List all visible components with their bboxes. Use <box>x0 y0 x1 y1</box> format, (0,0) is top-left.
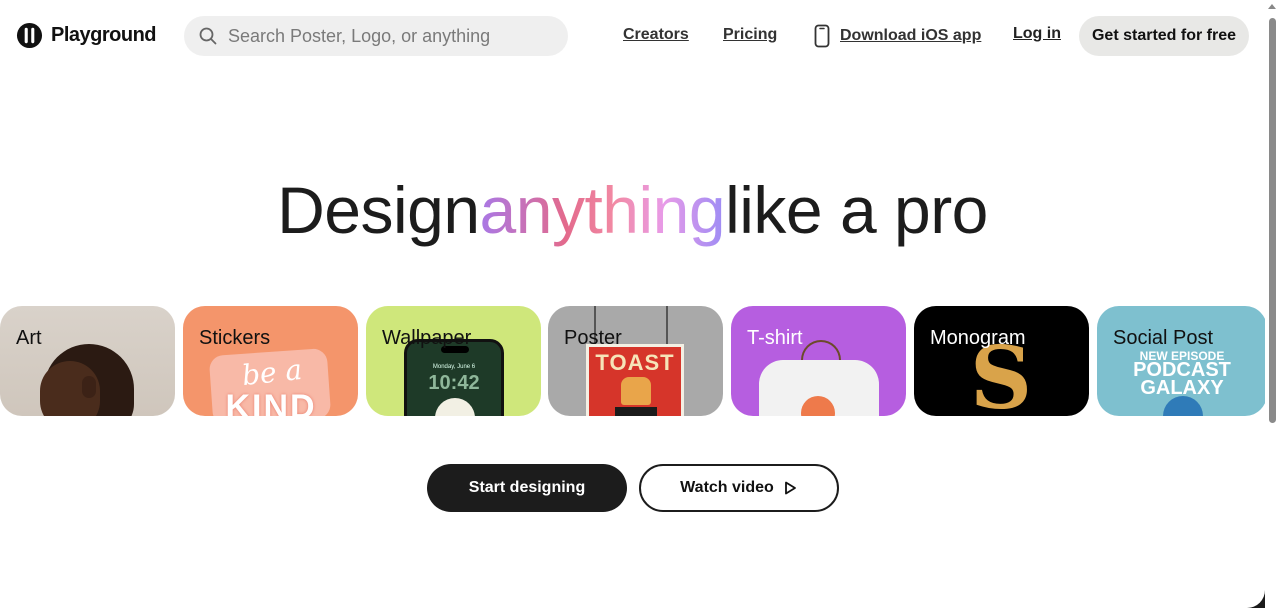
search-input[interactable] <box>228 16 558 56</box>
poster-title-text: TOAST <box>595 350 675 375</box>
category-card-poster[interactable]: TOAST Poster <box>548 306 723 416</box>
hanger-image <box>801 340 841 360</box>
social-post-headline-2: GALAXY <box>1140 377 1224 399</box>
category-label-stickers: Stickers <box>199 327 271 349</box>
category-card-wallpaper[interactable]: Monday, June 6 10:42 Wallpaper <box>366 306 541 416</box>
logo-link[interactable]: Playground <box>16 22 157 49</box>
nav-download-ios[interactable]: Download iOS app <box>814 24 981 48</box>
hero-title-start: Design <box>277 173 480 247</box>
category-label-poster: Poster <box>564 327 622 349</box>
search-bar[interactable] <box>184 16 568 56</box>
watch-video-label: Watch video <box>680 479 774 496</box>
start-designing-button[interactable]: Start designing <box>427 464 627 512</box>
toast-image <box>621 377 651 405</box>
top-nav: Playground Creators Pricing Download iOS… <box>0 0 1265 72</box>
logo-text: Playground <box>51 24 157 46</box>
category-carousel: Art be a KIND Stickers Monday, June 6 10… <box>0 306 1265 416</box>
play-icon <box>784 481 796 495</box>
category-card-tshirt[interactable]: T-shirt <box>731 306 906 416</box>
hero-title-highlight: anything <box>479 173 726 247</box>
hero-title-end: like a pro <box>725 173 988 247</box>
scrollbar-thumb[interactable] <box>1269 18 1276 423</box>
page: Playground Creators Pricing Download iOS… <box>0 0 1265 608</box>
nav-creators[interactable]: Creators <box>623 26 689 44</box>
nav-pricing[interactable]: Pricing <box>723 26 777 44</box>
phone-time: 10:42 <box>428 372 480 394</box>
category-label-art: Art <box>16 327 42 349</box>
sticker-kind-text: KIND <box>225 388 317 416</box>
flower-image <box>435 398 475 416</box>
get-started-button[interactable]: Get started for free <box>1079 16 1249 56</box>
category-label-social-post: Social Post <box>1113 327 1214 349</box>
phone-date: Monday, June 6 <box>432 364 476 370</box>
category-label-monogram: Monogram <box>930 327 1026 349</box>
poster-base <box>615 407 657 416</box>
playground-logo-icon <box>16 22 43 49</box>
poster-image: TOAST <box>586 344 684 416</box>
portrait-ear <box>82 376 96 398</box>
phone-wallpaper-image: Monday, June 6 10:42 <box>404 339 504 416</box>
category-card-monogram[interactable]: S Monogram <box>914 306 1089 416</box>
phone-icon <box>814 24 830 48</box>
category-card-art[interactable]: Art <box>0 306 175 416</box>
poster-string-right <box>666 306 668 348</box>
scroll-up-arrow-icon[interactable] <box>1268 4 1276 9</box>
scrollbar[interactable] <box>1265 0 1280 608</box>
category-label-wallpaper: Wallpaper <box>382 327 472 349</box>
watch-video-button[interactable]: Watch video <box>639 464 839 512</box>
category-card-stickers[interactable]: be a KIND Stickers <box>183 306 358 416</box>
category-card-social-post[interactable]: NEW EPISODE PODCAST GALAXY Social Post <box>1097 306 1265 416</box>
nav-download-ios-label: Download iOS app <box>840 27 982 44</box>
search-icon <box>199 27 217 45</box>
hero-title: Designanythinglike a pro <box>0 172 1265 248</box>
login-link[interactable]: Log in <box>1013 25 1061 43</box>
globe-image <box>1163 396 1203 416</box>
category-label-tshirt: T-shirt <box>747 327 803 349</box>
